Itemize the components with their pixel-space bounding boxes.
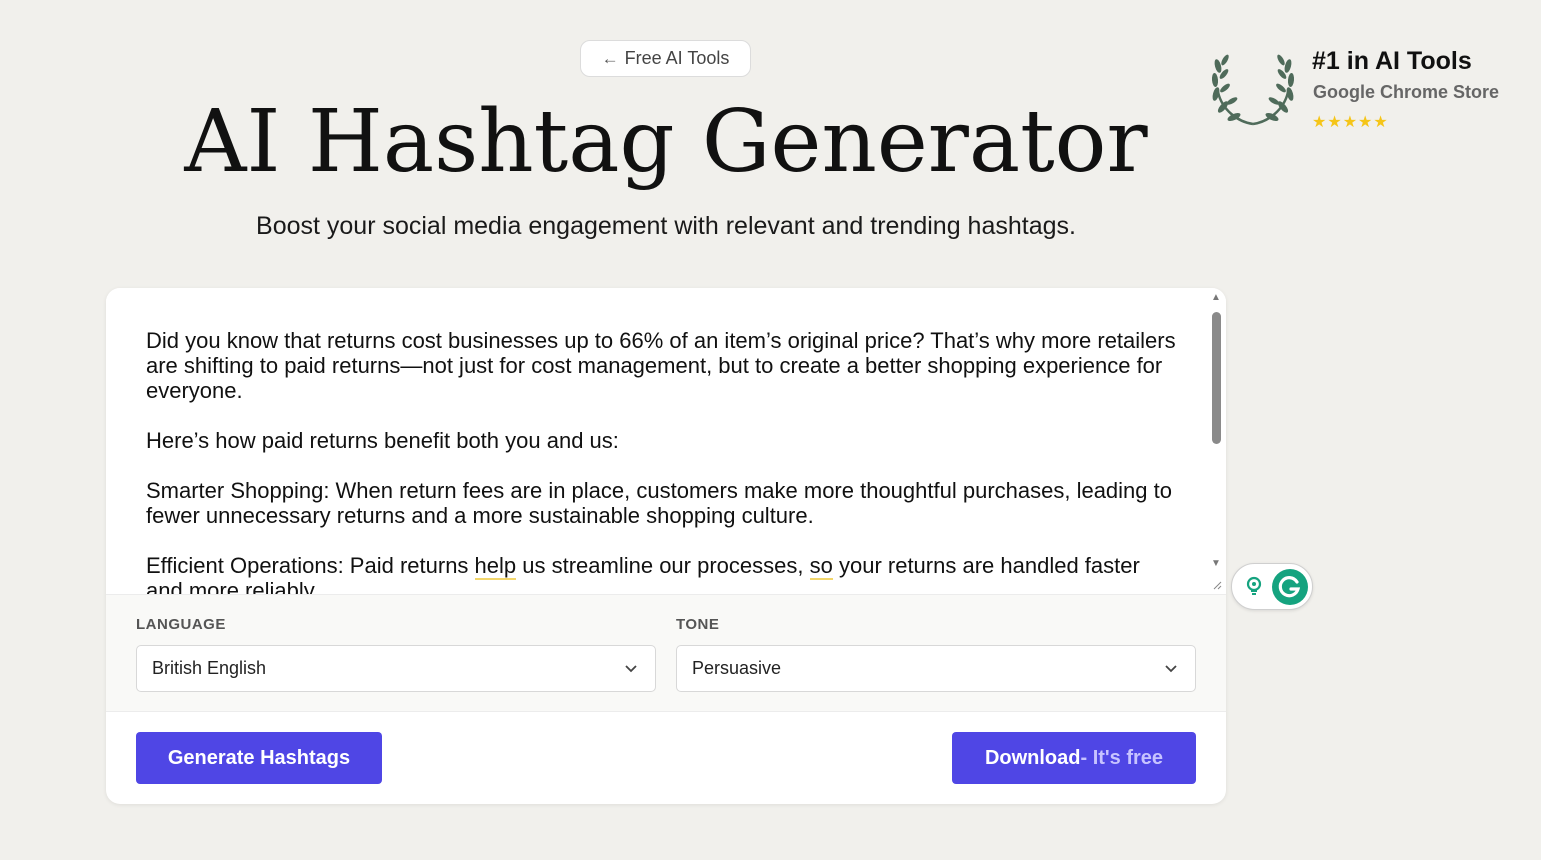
back-link-label: Free AI Tools (624, 48, 730, 68)
language-label: LANGUAGE (136, 616, 226, 633)
input-paragraph: Did you know that returns cost businesse… (146, 328, 1176, 403)
scroll-down-icon[interactable]: ▼ (1211, 558, 1221, 569)
generate-hashtags-button[interactable]: Generate Hashtags (136, 732, 382, 784)
input-paragraph: Smarter Shopping: When return fees are i… (146, 478, 1172, 528)
lightbulb-icon[interactable] (1244, 576, 1264, 598)
laurel-icon (1211, 54, 1295, 126)
star-rating: ★★★★★ (1312, 114, 1389, 131)
language-value: British English (152, 658, 267, 678)
chevron-down-icon (625, 665, 637, 673)
language-select[interactable]: British English (136, 645, 656, 692)
free-ai-tools-link[interactable]: ← Free AI Tools (580, 40, 751, 77)
tone-value: Persuasive (692, 658, 782, 678)
grammar-suggestion[interactable]: so (809, 553, 833, 580)
resize-handle-icon[interactable] (1212, 580, 1222, 590)
input-paragraph: Efficient Operations: Paid returns help … (146, 553, 1176, 594)
text-segment: Efficient Operations: Paid returns (146, 553, 475, 578)
input-text[interactable]: Did you know that returns cost businesse… (146, 328, 1176, 594)
page-title: AI Hashtag Generator (184, 92, 1148, 192)
download-free-label: - It's free (1080, 746, 1164, 769)
scrollbar-thumb[interactable] (1212, 312, 1221, 444)
options-panel: LANGUAGE British English TONE Persuasive (106, 594, 1226, 712)
input-paragraph: Here’s how paid returns benefit both you… (146, 428, 619, 453)
download-label: Download (984, 746, 1081, 769)
badge-title: #1 in AI Tools (1312, 47, 1472, 75)
tone-select[interactable]: Persuasive (676, 645, 1196, 692)
text-input-area[interactable]: Did you know that returns cost businesse… (106, 288, 1226, 594)
grammarly-icon[interactable] (1272, 569, 1308, 605)
page: ← Free AI Tools AI Hashtag Generator Boo… (0, 0, 1541, 860)
grammarly-widget[interactable] (1231, 563, 1313, 610)
award-badge: #1 in AI Tools Google Chrome Store ★★★★★ (1208, 44, 1508, 134)
chevron-down-icon (1165, 665, 1177, 673)
grammarly-g-glyph (1278, 576, 1301, 598)
grammar-suggestion[interactable]: help (474, 553, 517, 580)
tone-label: TONE (676, 616, 720, 633)
scroll-up-icon[interactable]: ▲ (1211, 292, 1221, 303)
badge-subtitle: Google Chrome Store (1313, 82, 1500, 102)
arrow-left-icon: ← (601, 48, 619, 68)
text-segment: us streamline our processes, (516, 553, 810, 578)
download-button[interactable]: Download - It's free (952, 732, 1196, 784)
generator-card: Did you know that returns cost businesse… (106, 288, 1226, 804)
page-subtitle: Boost your social media engagement with … (256, 212, 1076, 240)
editor-scrollbar[interactable]: ▲ ▼ (1208, 292, 1224, 574)
